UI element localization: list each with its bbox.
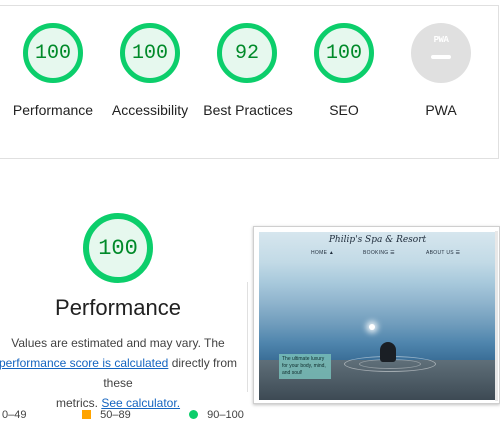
accessibility-gauge[interactable]: 100 — [120, 23, 180, 83]
nav-about: ABOUT US ☰ — [426, 250, 461, 256]
desc-text-3: metrics. — [55, 396, 102, 410]
seo-score: 100 — [325, 41, 362, 65]
seo-gauge[interactable]: 100 — [314, 23, 374, 83]
best-practices-score: 92 — [234, 41, 259, 65]
category-scores-panel: 100 Performance 100 Accessibility 92 Bes… — [0, 5, 499, 159]
sun-glow — [369, 324, 375, 330]
nav-booking: BOOKING ☰ — [363, 250, 395, 256]
pwa-dash-icon — [431, 55, 451, 59]
performance-title: Performance — [55, 295, 181, 320]
site-preview: Philip's Spa & Resort HOME ▲ BOOKING ☰ A… — [259, 232, 496, 400]
best-practices-label[interactable]: Best Practices — [198, 100, 298, 120]
site-tagline: The ultimate luxury for your body, mind,… — [279, 354, 331, 379]
pwa-badge-icon: PWA — [433, 35, 449, 45]
performance-description: Values are estimated and may vary. The p… — [0, 333, 246, 413]
performance-score: 100 — [34, 41, 71, 65]
accessibility-score: 100 — [131, 41, 168, 65]
pwa-label[interactable]: PWA — [381, 100, 500, 120]
site-title: Philip's Spa & Resort — [328, 235, 427, 245]
circle-icon — [189, 410, 198, 419]
nav-home: HOME ▲ — [311, 250, 335, 256]
legend-pass: 90–100 — [189, 409, 244, 421]
legend-average: 50–89 — [82, 409, 131, 421]
best-practices-gauge[interactable]: 92 — [217, 23, 277, 83]
legend-fail-label: 0–49 — [2, 409, 27, 421]
desc-text-1: Values are estimated and may vary. The — [11, 336, 225, 350]
legend-fail: 0–49 — [0, 409, 26, 421]
see-calculator-link[interactable]: See calculator. — [101, 396, 180, 410]
vertical-divider — [247, 282, 248, 392]
legend-average-label: 50–89 — [100, 409, 131, 421]
pwa-gauge[interactable]: PWA — [411, 23, 471, 83]
accessibility-label[interactable]: Accessibility — [90, 100, 210, 120]
performance-big-score: 100 — [98, 235, 138, 261]
square-icon — [82, 410, 91, 419]
preview-scrollbar — [495, 231, 498, 401]
legend-pass-label: 90–100 — [207, 409, 244, 421]
final-screenshot[interactable]: Philip's Spa & Resort HOME ▲ BOOKING ☰ A… — [253, 226, 500, 404]
person-silhouette — [380, 342, 396, 362]
performance-big-gauge: 100 — [83, 213, 153, 283]
performance-gauge[interactable]: 100 — [23, 23, 83, 83]
score-calculated-link[interactable]: performance score is calculated — [0, 356, 168, 370]
